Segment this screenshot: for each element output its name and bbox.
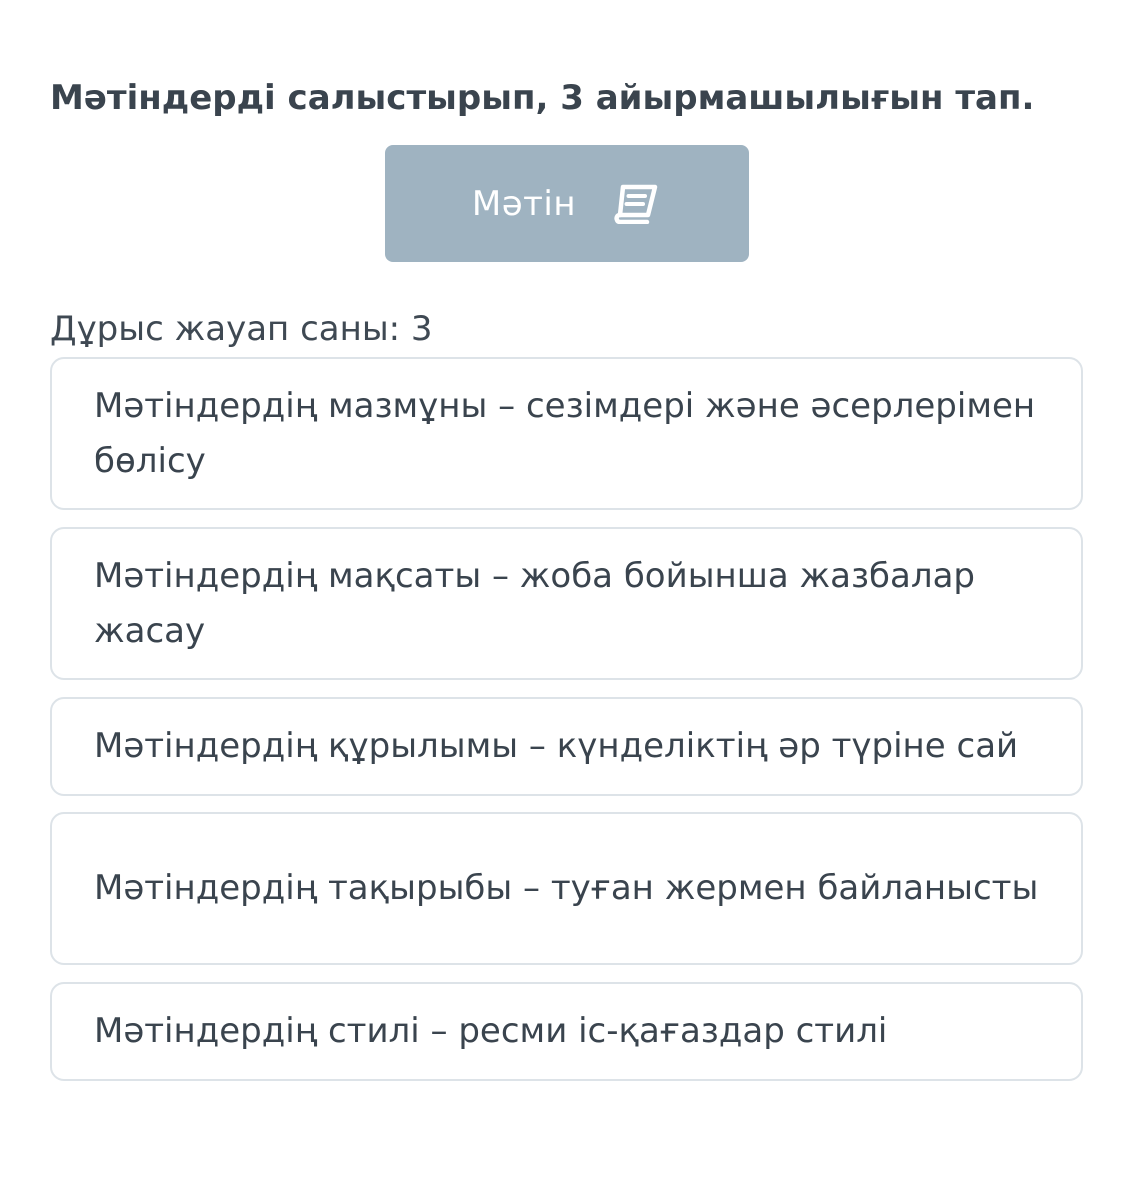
answer-option[interactable]: Мәтіндердің стилі – ресми іс-қағаздар ст… bbox=[50, 982, 1083, 1081]
answer-option-text: Мәтіндердің стилі – ресми іс-қағаздар ст… bbox=[94, 1011, 888, 1051]
answer-option[interactable]: Мәтіндердің мазмұны – сезімдері және әсе… bbox=[50, 357, 1083, 510]
answer-option[interactable]: Мәтіндердің құрылымы – күнделіктің әр тү… bbox=[50, 697, 1083, 796]
text-button[interactable]: Мәтін bbox=[385, 145, 749, 262]
answer-option-text: Мәтіндердің мақсаты – жоба бойынша жазба… bbox=[94, 555, 976, 651]
answer-option[interactable]: Мәтіндердің тақырыбы – туған жермен байл… bbox=[50, 812, 1083, 965]
answer-option[interactable]: Мәтіндердің мақсаты – жоба бойынша жазба… bbox=[50, 527, 1083, 680]
question-title: Мәтіндерді салыстырып, 3 айырмашылығын т… bbox=[50, 78, 1035, 118]
book-icon bbox=[614, 184, 658, 224]
text-button-label: Мәтін bbox=[471, 183, 577, 224]
answer-option-text: Мәтіндердің құрылымы – күнделіктің әр тү… bbox=[94, 726, 1019, 766]
answer-option-text: Мәтіндердің тақырыбы – туған жермен байл… bbox=[94, 868, 1039, 908]
correct-answers-count: Дұрыс жауап саны: 3 bbox=[50, 309, 433, 349]
answer-option-text: Мәтіндердің мазмұны – сезімдері және әсе… bbox=[94, 385, 1036, 481]
